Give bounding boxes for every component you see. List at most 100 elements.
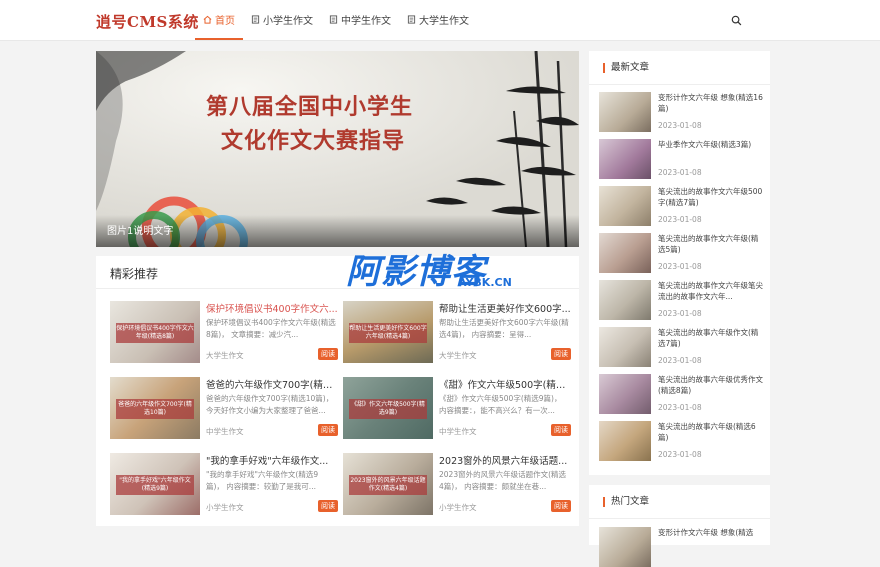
watermark-subtext: AYBK.CN [458,276,512,289]
article-title[interactable]: 变形计作文六年级 想象(精选 [658,527,763,549]
divider [589,518,770,519]
article-title[interactable]: 笔尖流出的故事六年级(精选6篇) [658,421,763,443]
article-summary: 帮助让生活更美好作文600字六年级(精选4篇)， 内容摘要：呈得... [439,318,569,339]
document-icon [329,14,338,24]
article-thumbnail[interactable] [599,280,651,320]
nav-item-college-essays[interactable]: 大学生作文 [399,0,477,38]
article-title[interactable]: 笔尖流出的故事六年级优秀作文(精选8篇) [658,374,763,396]
latest-article-item[interactable]: 笔尖流出的故事六年级优秀作文(精选8篇) 2023-01-08 [599,374,764,414]
thumbnail-caption: 保护环境倡议书400字作文六年级(精选8篇) [116,323,194,343]
banner-caption: 图片1说明文字 [107,226,174,237]
article-card[interactable]: 保护环境倡议书400字作文六年级(精选8篇) 保护环境倡议书400字作文六...… [110,301,340,363]
search-icon[interactable] [731,15,742,26]
article-title[interactable]: 保护环境倡议书400字作文六... [206,301,338,315]
watermark-logo: 阿影博客 AYBK.CN [346,244,546,294]
panel-title: 热门文章 [603,497,649,507]
nav-item-label: 首页 [215,15,235,27]
read-button[interactable]: 阅读 [318,348,338,360]
nav-item-middle-essays[interactable]: 中学生作文 [321,0,399,38]
article-category[interactable]: 小学生作文 [206,502,244,513]
article-thumbnail[interactable]: "我的拿手好戏"六年级作文(精选9篇) [110,453,200,515]
nav-item-label: 中学生作文 [341,15,391,27]
article-thumbnail[interactable]: 帮助让生活更美好作文600字六年级(精选4篇) [343,301,433,363]
featured-section: 精彩推荐 保护环境倡议书400字作文六年级(精选8篇) 保护环境倡议书400字作… [96,256,579,526]
article-title[interactable]: 笔尖流出的故事作文六年级(精选5篇) [658,233,763,255]
article-thumbnail[interactable] [599,327,651,367]
article-date: 2023-01-08 [658,309,702,318]
read-button[interactable]: 阅读 [318,500,338,512]
nav-item-label: 大学生作文 [419,15,469,27]
nav-item-home[interactable]: 首页 [195,0,243,40]
nav-item-label: 小学生作文 [263,15,313,27]
thumbnail-caption: 《甜》作文六年级500字(精选9篇) [349,399,427,419]
article-title[interactable]: 帮助让生活更美好作文600字... [439,301,571,315]
article-thumbnail[interactable] [599,139,651,179]
article-title[interactable]: 笔尖流出的故事作文六年级500字(精选7篇) [658,186,763,208]
article-category[interactable]: 小学生作文 [439,502,477,513]
panel-title: 最新文章 [603,63,649,73]
article-date: 2023-01-08 [658,121,702,130]
article-card[interactable]: "我的拿手好戏"六年级作文(精选9篇) "我的拿手好戏"六年级作文... "我的… [110,453,340,515]
nav-item-primary-essays[interactable]: 小学生作文 [243,0,321,38]
article-card[interactable]: 爸爸的六年级作文700字(精选10篇) 爸爸的六年级作文700字(精选... 爸… [110,377,340,439]
latest-article-item[interactable]: 变形计作文六年级 想象(精选16篇) 2023-01-08 [599,92,764,132]
latest-articles-panel: 最新文章 变形计作文六年级 想象(精选16篇) 2023-01-08 毕业季作文… [589,51,770,475]
article-title[interactable]: 变形计作文六年级 想象(精选16篇) [658,92,763,114]
hot-articles-panel: 热门文章 变形计作文六年级 想象(精选 [589,485,770,567]
read-button[interactable]: 阅读 [551,348,571,360]
article-thumbnail[interactable] [599,186,651,226]
divider [589,84,770,85]
banner-title-line2: 文化作文大赛指导 [221,129,406,154]
latest-article-item[interactable]: 笔尖流出的故事六年级作文(精选7篇) 2023-01-08 [599,327,764,367]
article-thumbnail[interactable] [599,527,651,567]
thumbnail-caption: "我的拿手好戏"六年级作文(精选9篇) [116,475,194,495]
article-thumbnail[interactable]: 2023窗外的风景六年级话题作文(精选4篇) [343,453,433,515]
read-button[interactable]: 阅读 [551,500,571,512]
article-card[interactable]: 《甜》作文六年级500字(精选9篇) 《甜》作文六年级500字(精选... 《甜… [343,377,573,439]
article-category[interactable]: 中学生作文 [439,426,477,437]
article-date: 2023-01-08 [658,215,702,224]
article-date: 2023-01-08 [658,450,702,459]
article-title[interactable]: "我的拿手好戏"六年级作文... [206,453,338,467]
document-icon [407,14,416,24]
banner-caption-bar: 图片1说明文字 [96,215,579,247]
hot-article-item[interactable]: 变形计作文六年级 想象(精选 [599,527,764,567]
article-thumbnail[interactable] [599,421,651,461]
article-title[interactable]: 笔尖流出的故事作文六年级笔尖流出的故事作文六年... [658,280,763,302]
article-summary: "我的拿手好戏"六年级作文(精选9篇)， 内容摘要：较勤了是我可... [206,470,319,491]
article-date: 2023-01-08 [658,356,702,365]
section-title: 精彩推荐 [110,267,159,281]
top-navbar: 逍号CMS系统 首页 小学生作文 中学生作文 大学生作文 [0,0,880,41]
article-title[interactable]: 毕业季作文六年级(精选3篇) [658,139,763,161]
article-title[interactable]: 笔尖流出的故事六年级作文(精选7篇) [658,327,763,349]
main-nav: 首页 小学生作文 中学生作文 大学生作文 [195,0,477,40]
article-thumbnail[interactable]: 爸爸的六年级作文700字(精选10篇) [110,377,200,439]
article-summary: 爸爸的六年级作文700字(精选10篇)，今天好作文小编为大家整理了爸爸... [206,394,334,415]
article-category[interactable]: 中学生作文 [206,426,244,437]
article-card[interactable]: 2023窗外的风景六年级话题作文(精选4篇) 2023窗外的风景六年级话题...… [343,453,573,515]
article-category[interactable]: 大学生作文 [206,350,244,361]
article-date: 2023-01-08 [658,403,702,412]
site-logo[interactable]: 逍号CMS系统 [96,11,199,32]
article-card[interactable]: 帮助让生活更美好作文600字六年级(精选4篇) 帮助让生活更美好作文600字..… [343,301,573,363]
latest-article-item[interactable]: 毕业季作文六年级(精选3篇) 2023-01-08 [599,139,764,179]
read-button[interactable]: 阅读 [318,424,338,436]
article-category[interactable]: 大学生作文 [439,350,477,361]
latest-article-item[interactable]: 笔尖流出的故事作文六年级500字(精选7篇) 2023-01-08 [599,186,764,226]
article-thumbnail[interactable]: 保护环境倡议书400字作文六年级(精选8篇) [110,301,200,363]
hero-banner[interactable]: 第八届全国中小学生 文化作文大赛指导 图片1说明文字 [96,51,579,247]
read-button[interactable]: 阅读 [551,424,571,436]
article-title[interactable]: 爸爸的六年级作文700字(精选... [206,377,338,391]
article-thumbnail[interactable]: 《甜》作文六年级500字(精选9篇) [343,377,433,439]
latest-article-item[interactable]: 笔尖流出的故事六年级(精选6篇) 2023-01-08 [599,421,764,461]
latest-article-item[interactable]: 笔尖流出的故事作文六年级笔尖流出的故事作文六年... 2023-01-08 [599,280,764,320]
article-title[interactable]: 《甜》作文六年级500字(精选... [439,377,571,391]
article-thumbnail[interactable] [599,233,651,273]
banner-title-line1: 第八届全国中小学生 [206,95,414,120]
article-date: 2023-01-08 [658,168,702,177]
document-icon [251,14,260,24]
latest-article-item[interactable]: 笔尖流出的故事作文六年级(精选5篇) 2023-01-08 [599,233,764,273]
article-thumbnail[interactable] [599,374,651,414]
article-thumbnail[interactable] [599,92,651,132]
article-title[interactable]: 2023窗外的风景六年级话题... [439,453,571,467]
